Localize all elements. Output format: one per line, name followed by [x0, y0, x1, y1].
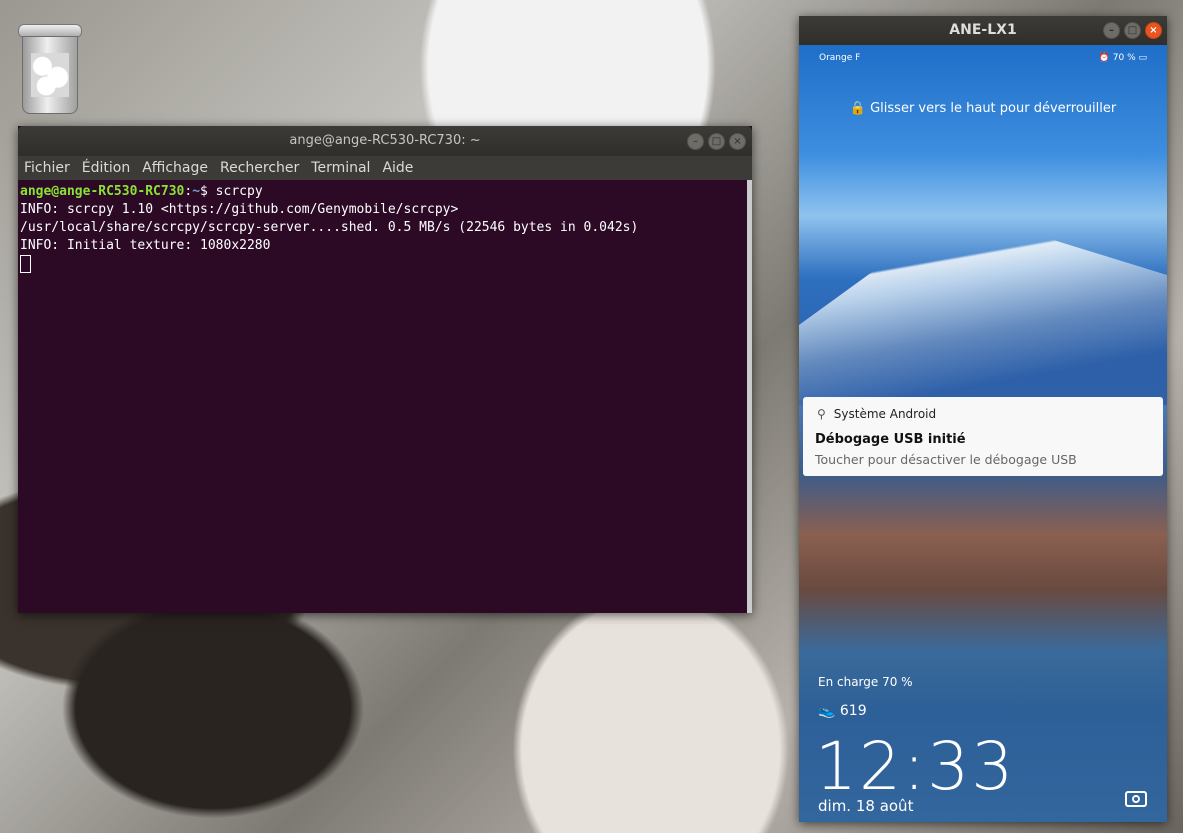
lock-icon: 🔒: [849, 101, 871, 116]
close-button[interactable]: ×: [1145, 22, 1162, 39]
trash-bin: [22, 36, 78, 114]
phone-title: ANE-LX1: [949, 22, 1017, 38]
menu-aide[interactable]: Aide: [382, 156, 413, 180]
output-line: /usr/local/share/scrcpy/scrcpy-server...…: [20, 220, 639, 235]
camera-icon[interactable]: [1125, 791, 1147, 807]
menu-rechercher[interactable]: Rechercher: [220, 156, 299, 180]
menu-affichage[interactable]: Affichage: [142, 156, 208, 180]
unlock-hint: 🔒 Glisser vers le haut pour déverrouille…: [849, 101, 1117, 116]
terminal-titlebar[interactable]: ange@ange-RC530-RC730: ~ – □ ×: [18, 126, 752, 156]
minimize-button[interactable]: –: [1103, 22, 1120, 39]
phone-window[interactable]: ANE-LX1 – □ × Orange F ⏰ 70 % ▭ 🔒 Glisse…: [799, 16, 1167, 822]
prompt-user: ange@ange-RC530-RC730: [20, 184, 185, 199]
terminal-title: ange@ange-RC530-RC730: ~: [289, 133, 481, 148]
menu-edition[interactable]: Édition: [82, 156, 130, 180]
phone-screen[interactable]: Orange F ⏰ 70 % ▭ 🔒 Glisser vers le haut…: [799, 45, 1167, 822]
battery-icon: ▭: [1135, 53, 1147, 63]
mountain-wallpaper: [799, 205, 1167, 405]
trash-icon[interactable]: [14, 24, 86, 116]
output-line: INFO: scrcpy 1.10 <https://github.com/Ge…: [20, 202, 459, 217]
status-bar: Orange F ⏰ 70 % ▭: [799, 53, 1167, 69]
step-counter: 👟 619: [818, 703, 867, 719]
terminal-scrollbar[interactable]: [747, 180, 752, 613]
alarm-icon: ⏰: [1098, 53, 1113, 63]
prompt-path: ~: [192, 184, 201, 199]
lock-clock: 12:33: [815, 728, 1016, 805]
menu-terminal[interactable]: Terminal: [311, 156, 370, 180]
usb-icon: ⚲: [817, 407, 826, 421]
battery-label: ⏰ 70 % ▭: [1098, 53, 1147, 63]
menu-fichier[interactable]: Fichier: [24, 156, 70, 180]
carrier-label: Orange F: [819, 53, 861, 63]
terminal-menubar: Fichier Édition Affichage Rechercher Ter…: [18, 156, 752, 180]
terminal-cursor: [20, 255, 31, 273]
prompt-command: $ scrcpy: [200, 184, 263, 199]
shoe-icon: 👟: [818, 703, 840, 719]
notification-card[interactable]: ⚲ Système Android Débogage USB initié Tou…: [803, 397, 1163, 476]
notification-app: ⚲ Système Android: [817, 407, 937, 421]
phone-titlebar[interactable]: ANE-LX1 – □ ×: [799, 16, 1167, 45]
terminal-window[interactable]: ange@ange-RC530-RC730: ~ – □ × Fichier É…: [18, 126, 752, 613]
terminal-output[interactable]: ange@ange-RC530-RC730:~$ scrcpy INFO: sc…: [18, 180, 752, 277]
maximize-button[interactable]: □: [1124, 22, 1141, 39]
notification-text: Toucher pour désactiver le débogage USB: [815, 452, 1077, 467]
maximize-button[interactable]: □: [708, 133, 725, 150]
charging-status: En charge 70 %: [818, 675, 913, 689]
minimize-button[interactable]: –: [687, 133, 704, 150]
close-button[interactable]: ×: [729, 133, 746, 150]
lock-date: dim. 18 août: [818, 797, 914, 815]
output-line: INFO: Initial texture: 1080x2280: [20, 238, 271, 253]
notification-title: Débogage USB initié: [815, 432, 966, 447]
